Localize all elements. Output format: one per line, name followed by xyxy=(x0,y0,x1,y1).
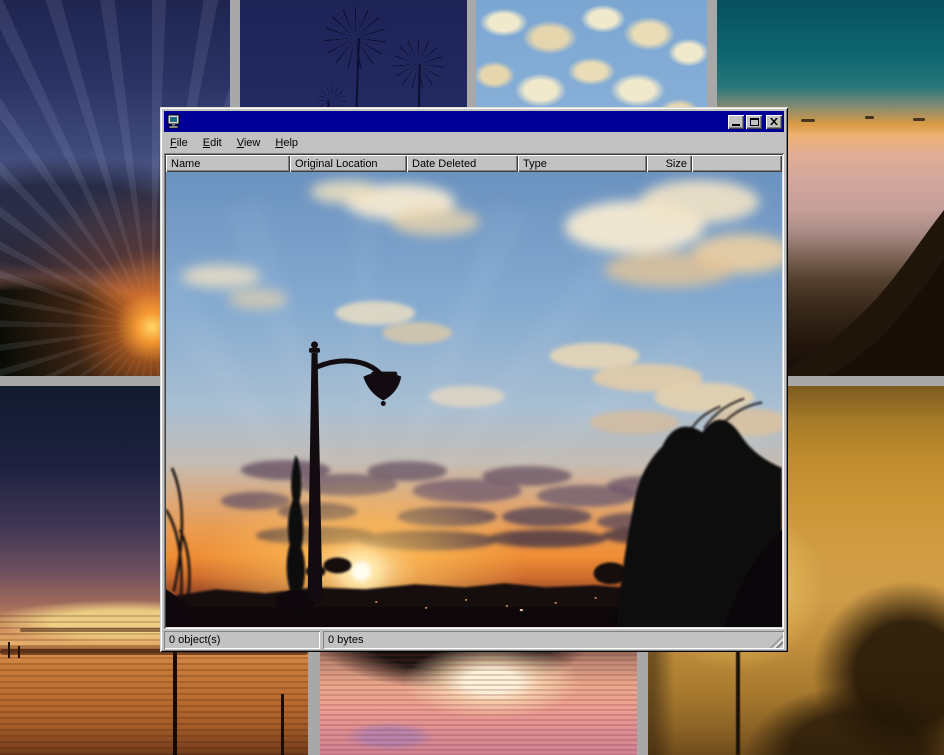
column-header-row: Name Original Location Date Deleted Type… xyxy=(166,155,782,172)
column-header-size[interactable]: Size xyxy=(647,155,692,172)
recycle-bin-window: File Edit View Help Name Original Locati… xyxy=(160,107,788,652)
menu-view[interactable]: View xyxy=(231,135,267,151)
menu-file[interactable]: File xyxy=(164,135,194,151)
menu-bar: File Edit View Help xyxy=(164,133,784,153)
water-ripples xyxy=(320,644,637,755)
status-object-count: 0 object(s) xyxy=(164,631,320,649)
menu-edit[interactable]: Edit xyxy=(197,135,228,151)
menu-help[interactable]: Help xyxy=(269,135,304,151)
window-titlebar[interactable] xyxy=(164,111,784,132)
column-header-date-deleted[interactable]: Date Deleted xyxy=(407,155,518,172)
column-header-name[interactable]: Name xyxy=(166,155,290,172)
column-header-original-location[interactable]: Original Location xyxy=(290,155,407,172)
computer-icon xyxy=(166,114,181,129)
maximize-button[interactable] xyxy=(746,115,762,129)
list-content-area[interactable] xyxy=(166,172,782,627)
minimize-icon xyxy=(732,124,740,126)
maximize-icon xyxy=(750,118,759,126)
status-bar: 0 object(s) 0 bytes xyxy=(164,631,784,649)
column-header-type[interactable]: Type xyxy=(518,155,647,172)
column-header-blank[interactable] xyxy=(692,155,782,172)
desktop: File Edit View Help Name Original Locati… xyxy=(0,0,944,755)
file-list-view: Name Original Location Date Deleted Type… xyxy=(164,153,784,629)
close-icon xyxy=(770,118,778,125)
umbel-flower-silhouette xyxy=(323,6,387,70)
close-button[interactable] xyxy=(766,115,782,129)
sunset-lamp-photo xyxy=(166,172,782,627)
minimize-button[interactable] xyxy=(728,115,744,129)
status-byte-count: 0 bytes xyxy=(323,631,784,649)
umbel-flower-silhouette xyxy=(392,38,444,90)
